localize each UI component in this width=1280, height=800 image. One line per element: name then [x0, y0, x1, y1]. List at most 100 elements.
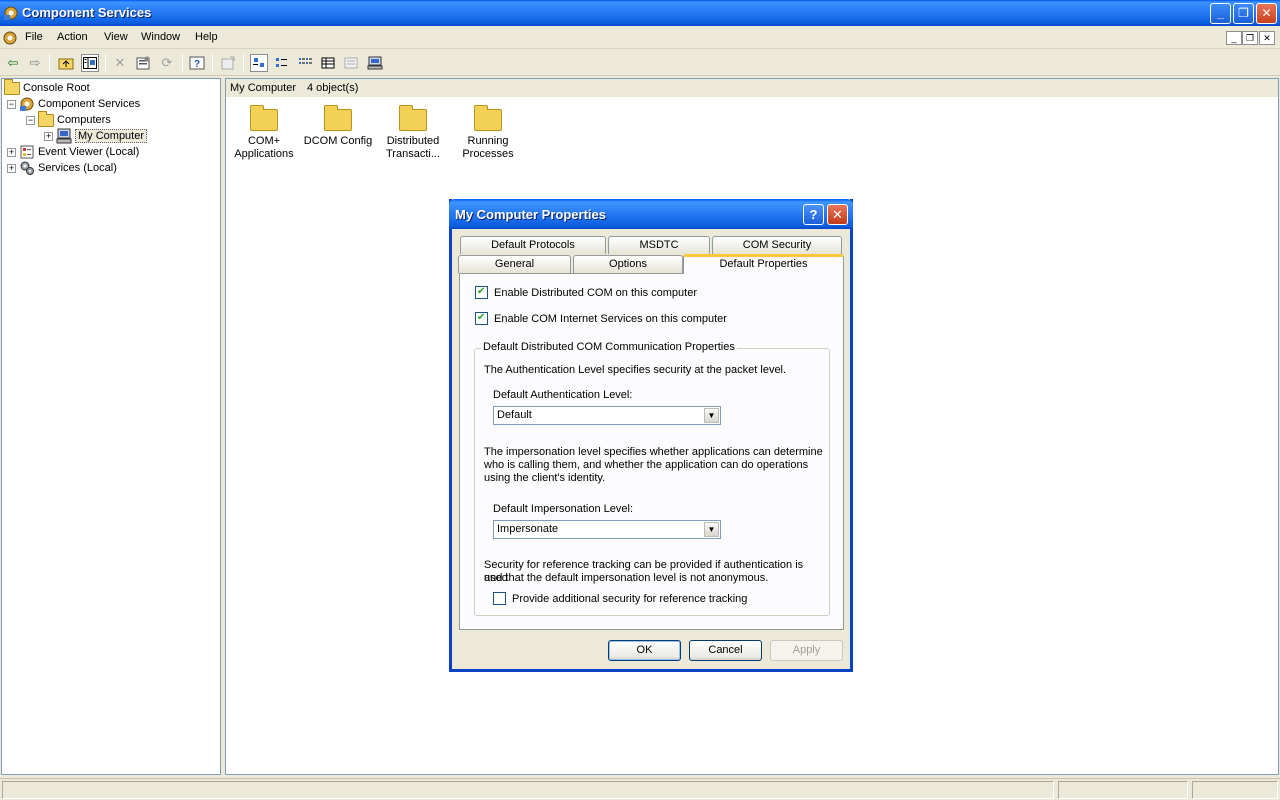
folder-icon	[399, 105, 427, 131]
folder-icon	[4, 79, 20, 96]
toolbar: ⇦ ⇨ ✕ ⟳ ?	[0, 50, 1280, 76]
component-services-icon	[19, 96, 35, 112]
enable-cis-checkbox[interactable]	[475, 312, 488, 325]
enable-dcom-checkbox[interactable]	[475, 286, 488, 299]
item-distributed-transaction[interactable]: Distributed Transacti...	[375, 105, 451, 161]
properties-dialog: My Computer Properties ? ✕ Default Proto…	[449, 199, 853, 672]
configure-computer-icon[interactable]	[366, 54, 384, 72]
collapse-icon[interactable]: −	[26, 115, 35, 125]
toolbar-separator	[243, 54, 244, 72]
toolbar-separator	[182, 54, 183, 72]
item-label: Running	[467, 135, 509, 147]
tab-general[interactable]: General	[458, 255, 571, 273]
menu-view[interactable]: View	[104, 31, 128, 43]
reference-tracking-checkbox[interactable]	[493, 592, 506, 605]
tree-item-label: Services (Local)	[38, 162, 117, 174]
folder-icon	[324, 105, 352, 131]
help-icon[interactable]: ?	[188, 54, 206, 72]
menu-file[interactable]: File	[25, 31, 43, 43]
mdi-restore-button[interactable]: ❐	[1242, 31, 1258, 45]
list-view-icon[interactable]	[296, 54, 314, 72]
tree-item-computers[interactable]: − Computers	[26, 111, 111, 128]
tree-item-my-computer[interactable]: + My Computer	[44, 128, 148, 144]
tab-default-protocols[interactable]: Default Protocols	[460, 236, 606, 254]
back-icon[interactable]: ⇦	[4, 54, 22, 72]
show-hide-tree-icon[interactable]	[81, 54, 99, 72]
delete-icon[interactable]: ✕	[111, 54, 129, 72]
ok-button[interactable]: OK	[608, 640, 681, 661]
results-path: My Computer	[230, 82, 297, 94]
tab-msdtc[interactable]: MSDTC	[608, 236, 710, 254]
expand-icon[interactable]: +	[7, 147, 16, 157]
auth-level-label: Default Authentication Level:	[493, 389, 633, 401]
item-label: Applications	[234, 148, 294, 160]
status-cell	[1058, 781, 1188, 799]
mdi-close-button[interactable]: ✕	[1259, 31, 1275, 45]
item-dcom-config[interactable]: DCOM Config	[300, 105, 376, 148]
item-label: Distributed	[386, 135, 440, 147]
impersonation-description-3: using the client's identity.	[484, 472, 606, 484]
folder-icon	[250, 105, 278, 131]
item-running-processes[interactable]: Running Processes	[450, 105, 526, 161]
component-services-icon[interactable]	[3, 5, 19, 21]
impersonation-level-select[interactable]: Impersonate ▼	[493, 520, 721, 539]
tree-item-label: My Computer	[75, 129, 148, 143]
up-folder-icon[interactable]	[57, 54, 75, 72]
dropdown-arrow-icon[interactable]: ▼	[704, 522, 719, 537]
tab-com-security[interactable]: COM Security	[712, 236, 842, 254]
collapse-icon[interactable]: −	[7, 99, 16, 109]
minimize-button[interactable]: _	[1210, 3, 1231, 24]
results-count: 4 object(s)	[307, 82, 359, 94]
folder-icon	[474, 105, 502, 131]
refresh-icon[interactable]: ⟳	[158, 54, 176, 72]
tree-item-event-viewer[interactable]: + Event Viewer (Local)	[7, 144, 139, 160]
detail-view-icon[interactable]	[319, 54, 337, 72]
cancel-button[interactable]: Cancel	[689, 640, 762, 661]
folder-icon	[38, 111, 54, 128]
tree-item-label: Component Services	[38, 98, 141, 110]
status-view-icon[interactable]	[342, 54, 360, 72]
impersonation-description-1: The impersonation level specifies whethe…	[484, 446, 823, 458]
large-icons-view-icon[interactable]	[250, 54, 268, 72]
enable-dcom-row[interactable]: Enable Distributed COM on this computer	[475, 286, 697, 299]
dialog-title-bar[interactable]: My Computer Properties ? ✕	[449, 199, 853, 229]
item-label: Transacti...	[386, 148, 440, 160]
enable-cis-row[interactable]: Enable COM Internet Services on this com…	[475, 312, 727, 325]
tab-options[interactable]: Options	[573, 255, 683, 273]
menu-window[interactable]: Window	[141, 31, 180, 43]
tree-item-services[interactable]: + Services (Local)	[7, 160, 117, 176]
expand-icon[interactable]: +	[44, 131, 53, 141]
mdi-minimize-button[interactable]: _	[1226, 31, 1242, 45]
forward-icon[interactable]: ⇨	[26, 54, 44, 72]
restore-button[interactable]: ❐	[1233, 3, 1254, 24]
reference-tracking-label: Provide additional security for referenc…	[512, 592, 748, 605]
console-tree[interactable]: Console Root − Component Services − Comp…	[1, 78, 221, 775]
reference-tracking-row[interactable]: Provide additional security for referenc…	[493, 592, 747, 605]
tree-item-console-root[interactable]: Console Root	[4, 79, 90, 96]
dcom-properties-group: Default Distributed COM Communication Pr…	[474, 341, 830, 616]
tab-default-properties[interactable]: Default Properties	[683, 254, 844, 274]
services-icon	[19, 160, 35, 176]
item-label: COM+	[247, 135, 281, 147]
small-icons-view-icon[interactable]	[273, 54, 291, 72]
dialog-close-button[interactable]: ✕	[827, 204, 848, 225]
reference-tracking-description-2: and that the default impersonation level…	[484, 572, 769, 584]
item-com-applications[interactable]: COM+ Applications	[226, 105, 302, 161]
export-icon[interactable]	[219, 54, 237, 72]
dialog-help-button[interactable]: ?	[803, 204, 824, 225]
console-menu-icon[interactable]	[2, 30, 18, 46]
status-bar	[0, 778, 1280, 800]
toolbar-separator	[49, 54, 50, 72]
expand-icon[interactable]: +	[7, 163, 16, 173]
menu-help[interactable]: Help	[195, 31, 218, 43]
tree-item-label: Event Viewer (Local)	[38, 146, 140, 158]
tree-item-component-services[interactable]: − Component Services	[7, 96, 140, 112]
close-button[interactable]: ✕	[1256, 3, 1277, 24]
item-label: DCOM Config	[303, 135, 373, 147]
menu-action[interactable]: Action	[57, 31, 88, 43]
auth-level-select[interactable]: Default ▼	[493, 406, 721, 425]
dropdown-arrow-icon[interactable]: ▼	[704, 408, 719, 423]
properties-icon[interactable]	[134, 54, 152, 72]
auth-description: The Authentication Level specifies secur…	[484, 364, 787, 376]
apply-button[interactable]: Apply	[770, 640, 843, 661]
